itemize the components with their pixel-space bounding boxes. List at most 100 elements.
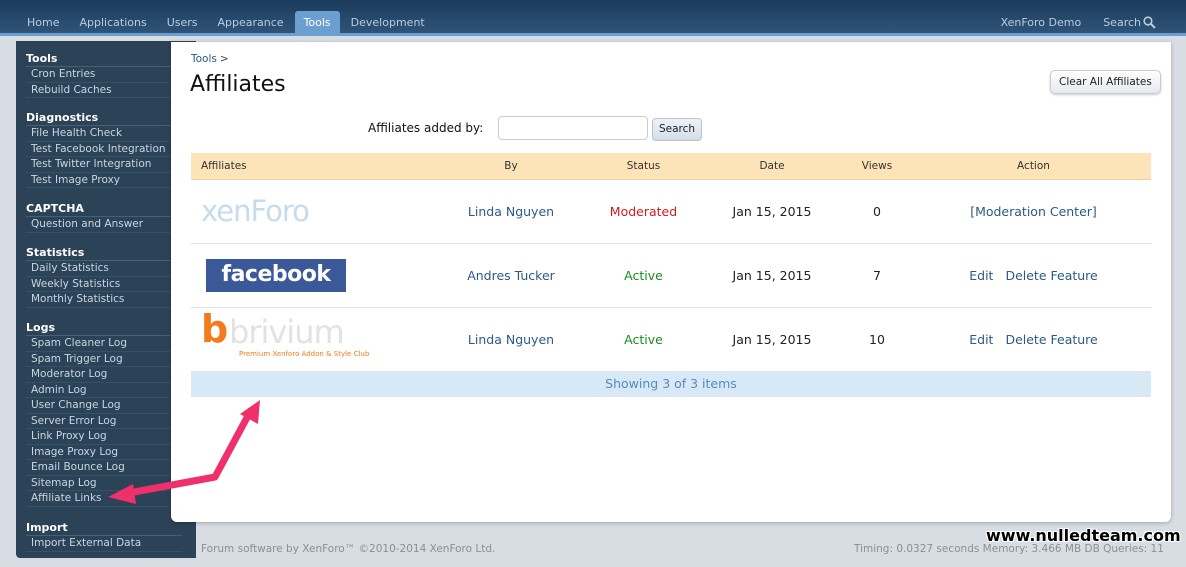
sidebar-item-test-twitter[interactable]: Test Twitter Integration: [26, 157, 182, 173]
views-cell: 7: [838, 243, 916, 308]
sidebar-group-import: Import Import External Data: [26, 521, 182, 552]
views-cell: 0: [838, 179, 916, 244]
sidebar-group-title: Diagnostics: [26, 111, 182, 126]
table-row: xenForo Linda Nguyen Moderated Jan 15, 2…: [191, 179, 1151, 244]
column-header-by: By: [441, 153, 581, 180]
sidebar-group-tools: Tools Cron Entries Rebuild Caches: [26, 52, 182, 98]
action-cell: Edit Delete Feature: [916, 243, 1151, 308]
sidebar-item-test-image-proxy[interactable]: Test Image Proxy: [26, 173, 182, 188]
table-footer-text: Showing 3 of 3 items: [191, 371, 1151, 397]
affiliates-added-by-input[interactable]: [498, 116, 648, 140]
date-cell: Jan 15, 2015: [706, 179, 838, 244]
moderation-center-link[interactable]: [Moderation Center]: [970, 204, 1097, 219]
watermark-text: www.nulledteam.com: [986, 526, 1181, 545]
top-nav-tabs: Home Applications Users Appearance Tools…: [18, 11, 436, 35]
sidebar-item-spam-trigger-log[interactable]: Spam Trigger Log: [26, 352, 182, 367]
column-header-views: Views: [838, 153, 916, 180]
sidebar-item-link-proxy-log[interactable]: Link Proxy Log: [26, 429, 182, 445]
sidebar-item-affiliate-links[interactable]: Affiliate Links: [26, 491, 182, 507]
page-title: Affiliates: [190, 72, 286, 97]
top-nav-bar: Home Applications Users Appearance Tools…: [0, 0, 1186, 36]
affiliates-table: Affiliates By Status Date Views Action x…: [191, 153, 1151, 397]
by-cell[interactable]: Linda Nguyen: [441, 179, 581, 244]
affiliate-logo-cell: b brivium Premium Xenforo Addon & Style …: [191, 307, 441, 372]
search-button[interactable]: Search: [652, 118, 702, 141]
clear-all-affiliates-button[interactable]: Clear All Affiliates: [1050, 70, 1161, 94]
status-cell: Active: [581, 243, 706, 308]
tab-applications[interactable]: Applications: [70, 11, 155, 35]
sidebar-group-logs: Logs Spam Cleaner Log Spam Trigger Log M…: [26, 321, 182, 507]
tab-appearance[interactable]: Appearance: [209, 11, 293, 35]
sidebar-group-captcha: CAPTCHA Question and Answer: [26, 202, 182, 233]
sidebar-group-diagnostics: Diagnostics File Health Check Test Faceb…: [26, 111, 182, 188]
sidebar-group-title: Tools: [26, 52, 182, 67]
table-row: b brivium Premium Xenforo Addon & Style …: [191, 307, 1151, 372]
status-cell: Moderated: [581, 179, 706, 244]
search-link[interactable]: Search: [1103, 16, 1141, 29]
column-header-action: Action: [916, 153, 1151, 180]
site-name-link[interactable]: XenForo Demo: [1001, 16, 1082, 29]
breadcrumb: Tools >: [191, 53, 229, 65]
by-cell[interactable]: Linda Nguyen: [441, 307, 581, 372]
sidebar-item-question-answer[interactable]: Question and Answer: [26, 217, 182, 233]
table-header-row: Affiliates By Status Date Views Action: [191, 153, 1151, 180]
sidebar-item-sitemap-log[interactable]: Sitemap Log: [26, 476, 182, 491]
views-cell: 10: [838, 307, 916, 372]
delete-feature-link[interactable]: Delete Feature: [1005, 332, 1097, 347]
sidebar-item-image-proxy-log[interactable]: Image Proxy Log: [26, 445, 182, 460]
filter-label: Affiliates added by:: [368, 121, 484, 135]
sidebar-group-title: Logs: [26, 321, 182, 336]
table-footer-row: Showing 3 of 3 items: [191, 371, 1151, 397]
search-icon[interactable]: [1143, 16, 1156, 29]
action-cell: [Moderation Center]: [916, 179, 1151, 244]
copyright-text: Forum software by XenForo™ ©2010-2014 Xe…: [201, 543, 496, 555]
sidebar-item-moderator-log[interactable]: Moderator Log: [26, 367, 182, 383]
affiliate-logo-cell: xenForo: [191, 179, 441, 244]
tab-home[interactable]: Home: [18, 11, 68, 35]
sidebar-group-title: Statistics: [26, 246, 182, 261]
sidebar-item-file-health-check[interactable]: File Health Check: [26, 126, 182, 142]
sidebar-item-user-change-log[interactable]: User Change Log: [26, 398, 182, 414]
sidebar-item-spam-cleaner-log[interactable]: Spam Cleaner Log: [26, 336, 182, 352]
tab-tools[interactable]: Tools: [294, 11, 340, 35]
tab-development[interactable]: Development: [342, 11, 434, 35]
table-row: facebook Andres Tucker Active Jan 15, 20…: [191, 243, 1151, 308]
column-header-affiliates: Affiliates: [191, 153, 441, 180]
brivium-logo[interactable]: b brivium Premium Xenforo Addon & Style …: [201, 307, 369, 365]
xenforo-logo[interactable]: xenForo: [201, 194, 310, 228]
brivium-logo-tagline: Premium Xenforo Addon & Style Club: [239, 350, 370, 358]
date-cell: Jan 15, 2015: [706, 307, 838, 372]
sidebar-group-statistics: Statistics Daily Statistics Weekly Stati…: [26, 246, 182, 308]
sidebar: Tools Cron Entries Rebuild Caches Diagno…: [16, 41, 196, 558]
sidebar-item-test-facebook[interactable]: Test Facebook Integration: [26, 142, 182, 157]
sidebar-item-rebuild-caches[interactable]: Rebuild Caches: [26, 83, 182, 98]
delete-feature-link[interactable]: Delete Feature: [1005, 268, 1097, 283]
brivium-logo-text: brivium: [229, 313, 345, 351]
affiliate-logo-cell: facebook: [191, 243, 441, 308]
brivium-logo-letter: b: [201, 307, 229, 351]
date-cell: Jan 15, 2015: [706, 243, 838, 308]
main-panel: Tools > Affiliates Clear All Affiliates A…: [171, 42, 1171, 522]
by-cell[interactable]: Andres Tucker: [441, 243, 581, 308]
sidebar-item-admin-log[interactable]: Admin Log: [26, 383, 182, 398]
top-nav-right: XenForo Demo Search: [979, 16, 1156, 29]
edit-link[interactable]: Edit: [969, 332, 993, 347]
sidebar-item-cron-entries[interactable]: Cron Entries: [26, 67, 182, 83]
sidebar-item-weekly-statistics[interactable]: Weekly Statistics: [26, 277, 182, 292]
column-header-date: Date: [706, 153, 838, 180]
breadcrumb-separator: >: [219, 53, 229, 65]
column-header-status: Status: [581, 153, 706, 180]
sidebar-group-title: Import: [26, 521, 182, 536]
sidebar-item-monthly-statistics[interactable]: Monthly Statistics: [26, 292, 182, 308]
tab-users[interactable]: Users: [158, 11, 207, 35]
breadcrumb-tools-link[interactable]: Tools: [191, 53, 217, 65]
status-cell: Active: [581, 307, 706, 372]
sidebar-item-email-bounce-log[interactable]: Email Bounce Log: [26, 460, 182, 476]
facebook-logo[interactable]: facebook: [206, 258, 346, 292]
action-cell: Edit Delete Feature: [916, 307, 1151, 372]
edit-link[interactable]: Edit: [969, 268, 993, 283]
sidebar-item-import-external-data[interactable]: Import External Data: [26, 536, 182, 552]
sidebar-group-title: CAPTCHA: [26, 202, 182, 217]
sidebar-item-daily-statistics[interactable]: Daily Statistics: [26, 261, 182, 277]
sidebar-item-server-error-log[interactable]: Server Error Log: [26, 414, 182, 429]
